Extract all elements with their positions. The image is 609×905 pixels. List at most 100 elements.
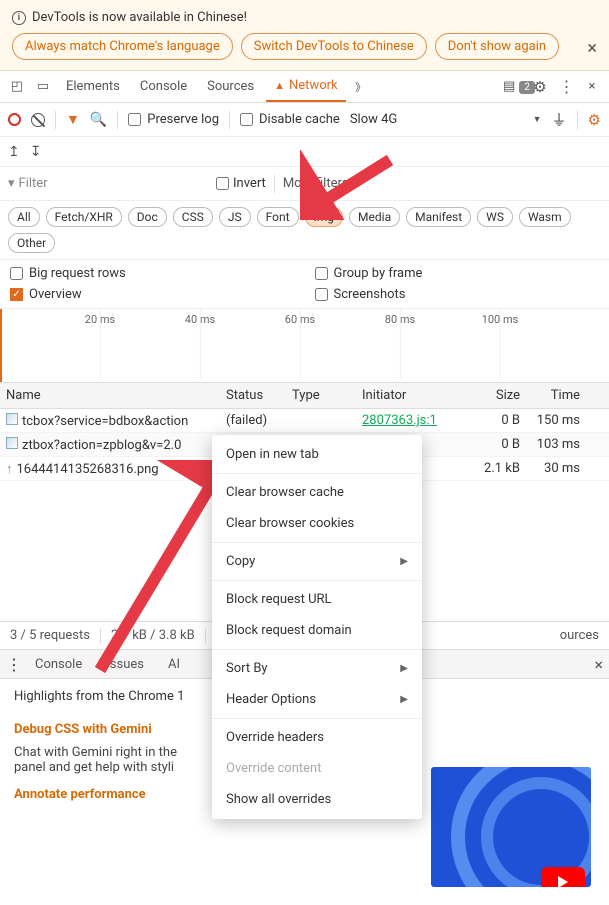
search-icon[interactable]: 🔍 [90,112,107,128]
switch-language-button[interactable]: Switch DevTools to Chinese [241,33,427,60]
type-chip-media[interactable]: Media [349,207,400,227]
col-time[interactable]: Time [526,388,586,403]
timeline-tick: 20 ms [85,313,115,326]
checked-icon: ✓ [10,288,23,301]
funnel-icon: ▾ [8,176,15,191]
type-chip-all[interactable]: All [8,207,40,227]
ctx-block-domain[interactable]: Block request domain [212,615,422,646]
drawer-tab-ai[interactable]: AI [158,657,190,672]
ctx-header-options[interactable]: Header Options▶ [212,684,422,715]
network-settings-icon[interactable]: ⚙ [588,111,601,129]
match-language-button[interactable]: Always match Chrome's language [12,33,233,60]
import-export-toolbar: ↥ ↧ [0,137,609,167]
chevron-right-icon: ▶ [400,694,408,705]
type-chip-other[interactable]: Other [8,233,55,253]
language-banner: i DevTools is now available in Chinese! … [0,0,609,71]
ctx-clear-cache[interactable]: Clear browser cache [212,477,422,508]
upload-icon: ↑ [6,462,13,477]
type-chip-ws[interactable]: WS [477,207,513,227]
type-chip-img[interactable]: Img [305,207,344,227]
tab-network[interactable]: ▲Network [266,71,346,102]
throttling-select[interactable]: Slow 4G [350,112,397,127]
big-rows-checkbox[interactable]: Big request rows [10,266,295,281]
drawer-more-icon[interactable]: ⋮ [6,655,21,674]
inspect-icon[interactable]: ◰ [6,79,28,94]
ctx-clear-cookies[interactable]: Clear browser cookies [212,508,422,539]
network-conditions-icon[interactable]: ⏚ [552,109,567,130]
close-devtools-icon[interactable]: × [581,79,603,94]
more-tabs-icon[interactable]: 》 [350,79,372,95]
issues-icon[interactable]: ▤2 [503,79,525,94]
youtube-icon [541,867,585,887]
timeline-overview[interactable]: 20 ms 40 ms 60 ms 80 ms 100 ms [0,309,609,383]
screenshots-checkbox[interactable]: Screenshots [315,287,600,302]
drawer-tab-issues[interactable]: Issues [96,657,154,672]
timeline-tick: 80 ms [385,313,415,326]
settings-icon[interactable]: ⚙ [529,78,551,96]
type-chip-manifest[interactable]: Manifest [406,207,471,227]
upload-har-icon[interactable]: ↥ [8,144,20,160]
close-drawer-icon[interactable]: × [594,655,603,674]
more-icon[interactable]: ⋮ [555,77,577,96]
col-size[interactable]: Size [466,388,526,403]
preserve-log-checkbox[interactable]: Preserve log [128,112,219,127]
drawer-tab-console[interactable]: Console [25,657,92,672]
ctx-sort-by[interactable]: Sort By▶ [212,653,422,684]
image-file-icon [6,437,18,449]
ctx-show-overrides[interactable]: Show all overrides [212,784,422,815]
timeline-tick: 100 ms [482,313,519,326]
type-chip-css[interactable]: CSS [173,207,213,227]
throttling-caret-icon[interactable]: ▼ [533,114,542,125]
context-menu: Open in new tab Clear browser cache Clea… [212,435,422,819]
video-thumbnail[interactable] [431,767,591,887]
filter-toggle-icon[interactable]: ▼ [66,111,80,128]
main-tabs: ◰ ▭ Elements Console Sources ▲Network 》 … [0,71,609,103]
invert-checkbox[interactable]: Invert [216,176,266,191]
col-name[interactable]: Name [0,388,220,403]
clear-icon[interactable] [31,113,45,127]
chevron-right-icon: ▶ [400,663,408,674]
info-icon: i [12,11,26,25]
overview-checkbox[interactable]: ✓Overview [10,287,295,302]
more-filters-button[interactable]: More filters▼ [283,176,364,191]
col-type[interactable]: Type [286,388,356,403]
tab-sources[interactable]: Sources [199,71,262,102]
tab-elements[interactable]: Elements [58,71,128,102]
chevron-right-icon: ▶ [400,556,408,567]
device-icon[interactable]: ▭ [32,79,54,94]
banner-title: DevTools is now available in Chinese! [32,10,247,25]
table-row[interactable]: tcbox?service=bdbox&action(failed)280736… [0,409,609,433]
col-initiator[interactable]: Initiator [356,388,466,403]
download-har-icon[interactable]: ↧ [30,144,42,160]
display-options: Big request rows Group by frame ✓Overvie… [0,260,609,309]
ctx-open-new-tab[interactable]: Open in new tab [212,439,422,470]
summary-resources: ources [560,628,599,643]
timeline-tick: 60 ms [285,313,315,326]
image-file-icon [6,413,18,425]
dont-show-button[interactable]: Don't show again [435,33,559,60]
warning-icon: ▲ [274,79,285,92]
type-chip-js[interactable]: JS [219,207,251,227]
type-chip-fetchxhr[interactable]: Fetch/XHR [46,207,122,227]
type-chip-doc[interactable]: Doc [128,207,167,227]
filter-row: ▾ Filter Invert More filters▼ [0,167,609,201]
filter-input[interactable]: ▾ Filter [8,176,208,191]
type-chip-wasm[interactable]: Wasm [519,207,571,227]
network-toolbar: ▼ 🔍 Preserve log Disable cache Slow 4G ▼… [0,103,609,137]
ctx-override-headers[interactable]: Override headers [212,722,422,753]
summary-transfer: 2.1 kB / 3.8 kB [111,628,195,643]
close-icon[interactable]: × [587,38,597,59]
record-icon[interactable] [8,113,21,126]
summary-requests: 3 / 5 requests [10,628,90,643]
initiator-link[interactable]: 2807363.js:1 [362,413,437,428]
timeline-tick: 40 ms [185,313,215,326]
table-header: Name Status Type Initiator Size Time [0,383,609,409]
col-status[interactable]: Status [220,388,286,403]
group-frame-checkbox[interactable]: Group by frame [315,266,600,281]
ctx-block-url[interactable]: Block request URL [212,584,422,615]
type-chip-font[interactable]: Font [257,207,299,227]
disable-cache-checkbox[interactable]: Disable cache [240,112,340,127]
ctx-override-content: Override content [212,753,422,784]
ctx-copy[interactable]: Copy▶ [212,546,422,577]
tab-console[interactable]: Console [132,71,195,102]
